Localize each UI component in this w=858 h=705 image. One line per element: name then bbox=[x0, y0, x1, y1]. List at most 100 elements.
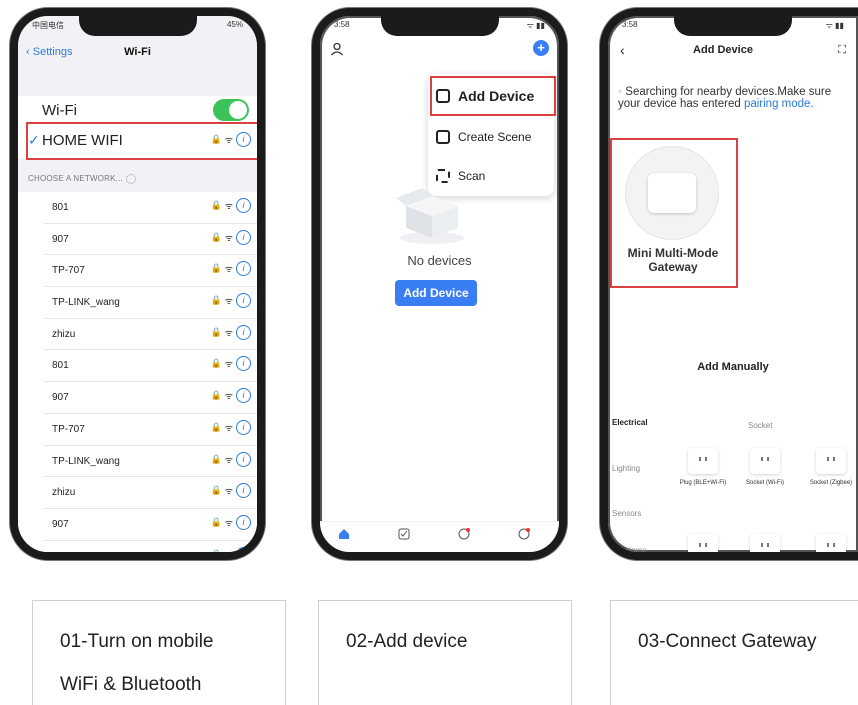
wifi-signal-icon: ᯤ bbox=[224, 454, 233, 465]
smart-tab-icon[interactable] bbox=[458, 528, 470, 540]
phone-notch bbox=[380, 16, 499, 36]
lock-icon: 🔒 bbox=[210, 548, 222, 559]
network-row[interactable]: 907 🔒 ᯤ i bbox=[44, 224, 257, 256]
menu-item-create-scene[interactable]: Create Scene bbox=[436, 130, 531, 144]
info-icon[interactable]: i bbox=[236, 546, 251, 552]
wifi-signal-icon: ᯤ bbox=[224, 486, 233, 497]
caption-line-1: 01-Turn on mobile bbox=[60, 631, 214, 652]
caption-line-1: 03-Connect Gateway bbox=[638, 631, 817, 652]
category-sensors[interactable]: Sensors bbox=[612, 509, 641, 518]
empty-box-icon bbox=[396, 188, 464, 244]
add-manually-header: Add Manually bbox=[697, 361, 769, 373]
info-icon[interactable]: i bbox=[236, 419, 251, 435]
info-icon[interactable]: i bbox=[236, 388, 251, 404]
network-name: 907 bbox=[52, 233, 69, 245]
scan-icon[interactable]: ⛶ bbox=[838, 44, 846, 57]
caption-line-1: 02-Add device bbox=[346, 631, 468, 652]
network-name: 801 bbox=[52, 360, 69, 372]
network-icons: 🔒 ᯤ i bbox=[211, 483, 251, 499]
info-icon[interactable]: i bbox=[236, 514, 251, 530]
wifi-signal-icon: ᯤ bbox=[224, 391, 233, 402]
info-icon[interactable]: i bbox=[236, 198, 251, 213]
network-row[interactable]: 907 🔒 ᯤ i bbox=[44, 509, 257, 541]
network-name: TP-LINK_wang bbox=[52, 297, 120, 309]
highlight-box bbox=[430, 76, 556, 116]
socket-header: Socket bbox=[748, 421, 773, 430]
lock-icon: 🔒 bbox=[210, 358, 222, 369]
network-icons: 🔒 ᯤ i bbox=[211, 198, 251, 213]
network-row[interactable]: TP-707 🔒 ᯤ i bbox=[44, 541, 257, 559]
pairing-mode-link[interactable]: pairing mode. bbox=[744, 98, 814, 110]
network-row[interactable]: 801 🔒 ᯤ i bbox=[44, 350, 257, 383]
create-scene-icon bbox=[436, 130, 450, 144]
user-icon[interactable] bbox=[330, 42, 344, 56]
wifi-label: Wi-Fi bbox=[42, 102, 77, 119]
page-title: Wi-Fi bbox=[124, 46, 151, 58]
network-name: zhizu bbox=[52, 487, 76, 499]
bluetooth-icon: ◦ bbox=[618, 86, 623, 98]
network-icons: 🔒 ᯤ i bbox=[211, 261, 251, 277]
socket-zigbee-tile[interactable] bbox=[816, 448, 846, 474]
top-bar: + bbox=[320, 40, 559, 70]
lock-icon: 🔒 bbox=[210, 200, 222, 210]
network-icons: 🔒 ᯤ i bbox=[211, 324, 251, 340]
network-row[interactable]: zhizu 🔒 ᯤ i bbox=[44, 477, 257, 509]
carrier-label: 中国电信 bbox=[32, 21, 64, 30]
phone-wifi-settings: 中国电信 45% ‹ Settings Wi-Fi Wi-Fi ✓ HOME W… bbox=[10, 8, 265, 560]
network-row[interactable]: TP-707 🔒 ᯤ i bbox=[44, 255, 257, 288]
network-icons: 🔒 ᯤ i bbox=[211, 388, 251, 404]
home-tab-icon[interactable] bbox=[338, 528, 350, 540]
info-icon[interactable]: i bbox=[236, 324, 251, 340]
wifi-signal-icon: ᯤ bbox=[224, 327, 233, 338]
top-bar: ‹ Add Device ⛶ bbox=[608, 42, 858, 66]
caption-step-1: 01-Turn on mobile WiFi & Bluetooth bbox=[32, 600, 286, 705]
info-icon[interactable]: i bbox=[236, 356, 251, 372]
status-icons: ᯤ ▮▮ bbox=[825, 21, 844, 30]
me-tab-icon[interactable] bbox=[518, 528, 530, 540]
network-name: TP-707 bbox=[52, 423, 85, 435]
info-icon[interactable]: i bbox=[236, 261, 251, 277]
network-row[interactable]: TP-LINK_wang 🔒 ᯤ i bbox=[44, 446, 257, 478]
wifi-toggle[interactable] bbox=[213, 99, 249, 121]
network-row[interactable]: TP-LINK_wang 🔒 ᯤ i bbox=[44, 287, 257, 319]
wifi-signal-icon: ᯤ bbox=[224, 296, 233, 307]
tab-bar bbox=[320, 521, 559, 552]
network-row[interactable]: TP-707 🔒 ᯤ i bbox=[44, 414, 257, 446]
lock-icon: 🔒 bbox=[210, 295, 222, 306]
category-electrical[interactable]: Electrical bbox=[612, 418, 648, 427]
network-row[interactable]: 907 🔒 ᯤ i bbox=[44, 382, 257, 414]
network-icons: 🔒 ᯤ i bbox=[210, 293, 251, 309]
page-title: Add Device bbox=[693, 44, 753, 56]
phone-home-screen: 3:58 ᯤ ▮▮ + Add Device Create Scene Scan… bbox=[312, 8, 567, 560]
device-tile[interactable] bbox=[816, 534, 846, 552]
network-row[interactable]: zhizu 🔒 ᯤ i bbox=[44, 319, 257, 351]
info-icon[interactable]: i bbox=[236, 293, 251, 309]
wifi-signal-icon: ᯤ bbox=[224, 232, 233, 243]
plus-button[interactable]: + bbox=[533, 40, 549, 56]
empty-state-text: No devices bbox=[407, 253, 472, 268]
info-icon[interactable]: i bbox=[236, 229, 251, 245]
network-icons: 🔒 ᯤ i bbox=[210, 356, 251, 372]
status-icons: ᯤ ▮▮ bbox=[526, 21, 545, 30]
network-icons: 🔒 ᯤ i bbox=[211, 229, 251, 245]
plug-device-label: Plug (BLE+Wi-Fi) bbox=[679, 480, 727, 486]
category-home[interactable]: me Home bbox=[612, 546, 647, 552]
highlight-box bbox=[26, 122, 257, 160]
scene-tab-icon[interactable] bbox=[398, 528, 410, 540]
status-time: 3:58 bbox=[622, 20, 638, 29]
device-tile[interactable] bbox=[688, 534, 718, 552]
socket-zigbee-label: Socket (Zigbee) bbox=[809, 480, 853, 486]
socket-wifi-label: Socket (Wi-Fi) bbox=[746, 480, 784, 486]
socket-wifi-tile[interactable] bbox=[750, 448, 780, 474]
category-lighting[interactable]: Lighting bbox=[612, 464, 640, 473]
info-icon[interactable]: i bbox=[236, 483, 251, 499]
phone-add-device: 3:58 ᯤ ▮▮ ‹ Add Device ⛶ ◦ Searching for… bbox=[600, 8, 858, 560]
network-row[interactable]: 801 🔒 ᯤ i bbox=[44, 192, 257, 224]
device-tile[interactable] bbox=[750, 534, 780, 552]
info-icon[interactable]: i bbox=[236, 451, 251, 467]
spinner-icon bbox=[125, 174, 136, 184]
add-device-button[interactable]: Add Device bbox=[395, 280, 477, 306]
plug-device-tile[interactable] bbox=[688, 448, 718, 474]
caption-line-2: WiFi & Bluetooth bbox=[60, 674, 202, 695]
status-time: 3:58 bbox=[334, 20, 350, 29]
